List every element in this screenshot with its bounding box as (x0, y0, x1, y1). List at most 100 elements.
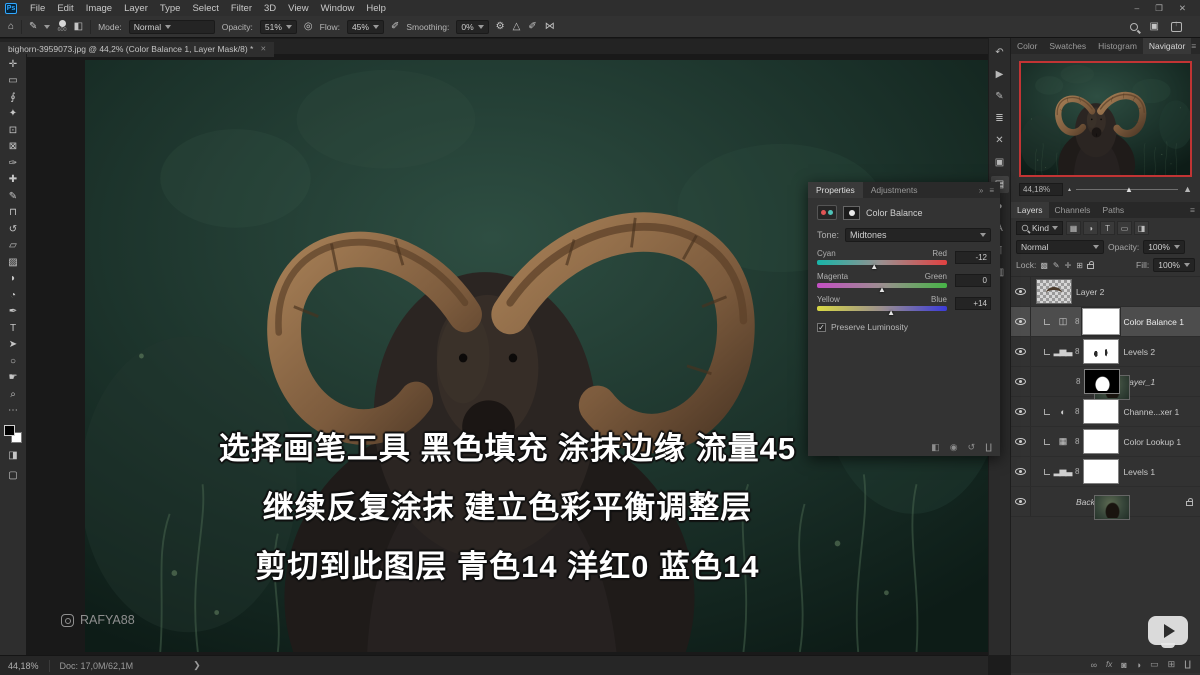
hand-tool[interactable]: ☛ (1, 370, 26, 387)
slider-value-input[interactable]: 0 (955, 274, 991, 287)
fill-select[interactable]: 100% (1153, 258, 1195, 272)
delete-layer-icon[interactable]: ∐ (1184, 659, 1191, 670)
layer-mask-thumbnail[interactable] (1083, 339, 1119, 364)
marquee-tool[interactable]: ▭ (1, 73, 26, 90)
zoom-slider-thumb[interactable]: ▲ (1125, 185, 1133, 194)
layer-name[interactable]: Color Lookup 1 (1123, 437, 1181, 447)
filter-smart-icon[interactable]: ◨ (1134, 221, 1149, 235)
layer-row-color-lookup-1[interactable]: ▦8Color Lookup 1 (1011, 427, 1200, 457)
tab-paths[interactable]: Paths (1096, 202, 1130, 218)
brush-tool[interactable]: ✎ (1, 188, 26, 205)
restore-button[interactable]: ❐ (1155, 3, 1163, 14)
visibility-cell[interactable] (1011, 337, 1031, 366)
layer-name[interactable]: Levels 2 (1123, 347, 1155, 357)
lock-position-icon[interactable]: ✛ (1065, 261, 1072, 270)
actions-panel-icon[interactable]: ▶ (991, 66, 1009, 83)
menu-help[interactable]: Help (360, 3, 392, 14)
adjustment-icon[interactable]: ▂▅▃ (1054, 464, 1071, 479)
symmetry-icon[interactable]: ⋈ (545, 21, 555, 32)
adjustment-icon[interactable]: ▦ (1054, 434, 1071, 449)
search-icon[interactable] (1130, 23, 1138, 31)
adjustment-icon[interactable]: ◫ (1054, 314, 1071, 329)
lock-transparency-icon[interactable]: ▩ (1040, 261, 1048, 270)
visibility-cell[interactable] (1011, 457, 1031, 486)
layer-mask-thumbnail[interactable] (1083, 309, 1119, 334)
menu-view[interactable]: View (282, 3, 314, 14)
eye-icon[interactable] (1015, 468, 1026, 475)
status-zoom-input[interactable]: 44,18% (0, 661, 49, 671)
layer-effects-icon[interactable]: fx (1106, 660, 1112, 669)
new-layer-icon[interactable]: ⊞ (1168, 659, 1176, 670)
link-layers-icon[interactable]: ∞ (1091, 660, 1097, 670)
move-tool[interactable]: ✛ (1, 56, 26, 73)
navigator-zoom-slider[interactable]: ▲ (1076, 189, 1178, 190)
pressure-opacity-icon[interactable]: ◎ (304, 21, 313, 32)
brush-settings-panel-icon[interactable]: ✎ (991, 88, 1009, 105)
slider-value-input[interactable]: +14 (955, 297, 991, 310)
tab-layers[interactable]: Layers (1011, 202, 1049, 218)
layer-mask-thumbnail[interactable] (1083, 429, 1119, 454)
frame-tool[interactable]: ⊠ (1, 139, 26, 156)
tab-adjustments[interactable]: Adjustments (863, 182, 926, 198)
layer-row-levels-2[interactable]: ▂▅▃8Levels 2 (1011, 337, 1200, 367)
reset-icon[interactable]: ↺ (968, 442, 976, 453)
collapse-panel-icon[interactable]: » (979, 186, 983, 195)
airbrush-icon[interactable]: ✐ (391, 21, 399, 32)
foreground-color-swatch[interactable] (4, 425, 15, 436)
share-icon[interactable] (1171, 22, 1182, 32)
kind-filter-select[interactable]: Kind (1016, 221, 1063, 235)
brush-tool-icon[interactable]: ✎ (29, 21, 37, 32)
visibility-cell[interactable] (1011, 367, 1031, 396)
visibility-cell[interactable] (1011, 307, 1031, 336)
lock-pixels-icon[interactable]: ✎ (1053, 261, 1060, 270)
eye-icon[interactable] (1015, 318, 1026, 325)
slider-track[interactable]: ▲ (817, 283, 947, 288)
adjustment-icon[interactable]: ◐ (1054, 404, 1071, 419)
layer-row-background[interactable]: Background (1011, 487, 1200, 517)
menu-layer[interactable]: Layer (118, 3, 154, 14)
eye-icon[interactable] (1015, 348, 1026, 355)
close-icon[interactable]: ✕ (260, 45, 266, 53)
clone-source-panel-icon[interactable]: ▣ (991, 154, 1009, 171)
brush-preset-picker[interactable]: 600 (57, 20, 66, 34)
visibility-cell[interactable] (1011, 397, 1031, 426)
navigator-zoom-input[interactable]: 44,18% (1019, 183, 1063, 196)
layer-blend-mode-select[interactable]: Normal (1016, 240, 1104, 254)
eye-icon[interactable] (1015, 378, 1026, 385)
path-selection-tool[interactable]: ➤ (1, 337, 26, 354)
close-button[interactable]: ✕ (1179, 3, 1186, 14)
crop-tool[interactable]: ⊡ (1, 122, 26, 139)
blur-tool[interactable]: ◗ (1, 271, 26, 288)
video-play-overlay-icon[interactable] (1148, 616, 1188, 645)
more-tools[interactable]: ⋯ (1, 403, 26, 420)
zoom-in-icon[interactable]: ▲ (1183, 184, 1192, 194)
preserve-luminosity-checkbox[interactable]: ✓ (817, 323, 826, 332)
menu-file[interactable]: File (24, 3, 51, 14)
layer-row-color-balance-1[interactable]: ◫8Color Balance 1 (1011, 307, 1200, 337)
opacity-select[interactable]: 51% (260, 20, 297, 34)
slider-value-input[interactable]: -12 (955, 251, 991, 264)
document-tab[interactable]: bighorn-3959073.jpg @ 44,2% (Color Balan… (0, 42, 274, 57)
healing-brush-tool[interactable]: ✚ (1, 172, 26, 189)
layer-row-layer-1[interactable]: 8Layer_1 (1011, 367, 1200, 397)
toggle-brush-panel-icon[interactable]: ◧ (74, 21, 83, 32)
new-adjustment-layer-icon[interactable]: ◑ (1136, 660, 1141, 670)
menu-filter[interactable]: Filter (225, 3, 258, 14)
slider-thumb[interactable]: ▲ (887, 308, 895, 317)
clip-to-layer-icon[interactable]: ◧ (931, 442, 940, 453)
menu-3d[interactable]: 3D (258, 3, 282, 14)
visibility-cell[interactable] (1011, 487, 1031, 516)
type-tool[interactable]: T (1, 320, 26, 337)
layer-mask-thumbnail[interactable] (1084, 369, 1120, 394)
visibility-cell[interactable] (1011, 277, 1031, 306)
eye-icon[interactable] (1015, 288, 1026, 295)
visibility-cell[interactable] (1011, 427, 1031, 456)
history-brush-tool[interactable]: ↺ (1, 221, 26, 238)
tab-swatches[interactable]: Swatches (1043, 38, 1092, 54)
eyedropper-tool[interactable]: ✑ (1, 155, 26, 172)
eraser-tool[interactable]: ▱ (1, 238, 26, 255)
tone-select[interactable]: Midtones (845, 228, 991, 242)
slider-thumb[interactable]: ▲ (870, 262, 878, 271)
minimize-button[interactable]: – (1135, 3, 1140, 14)
menu-window[interactable]: Window (315, 3, 361, 14)
